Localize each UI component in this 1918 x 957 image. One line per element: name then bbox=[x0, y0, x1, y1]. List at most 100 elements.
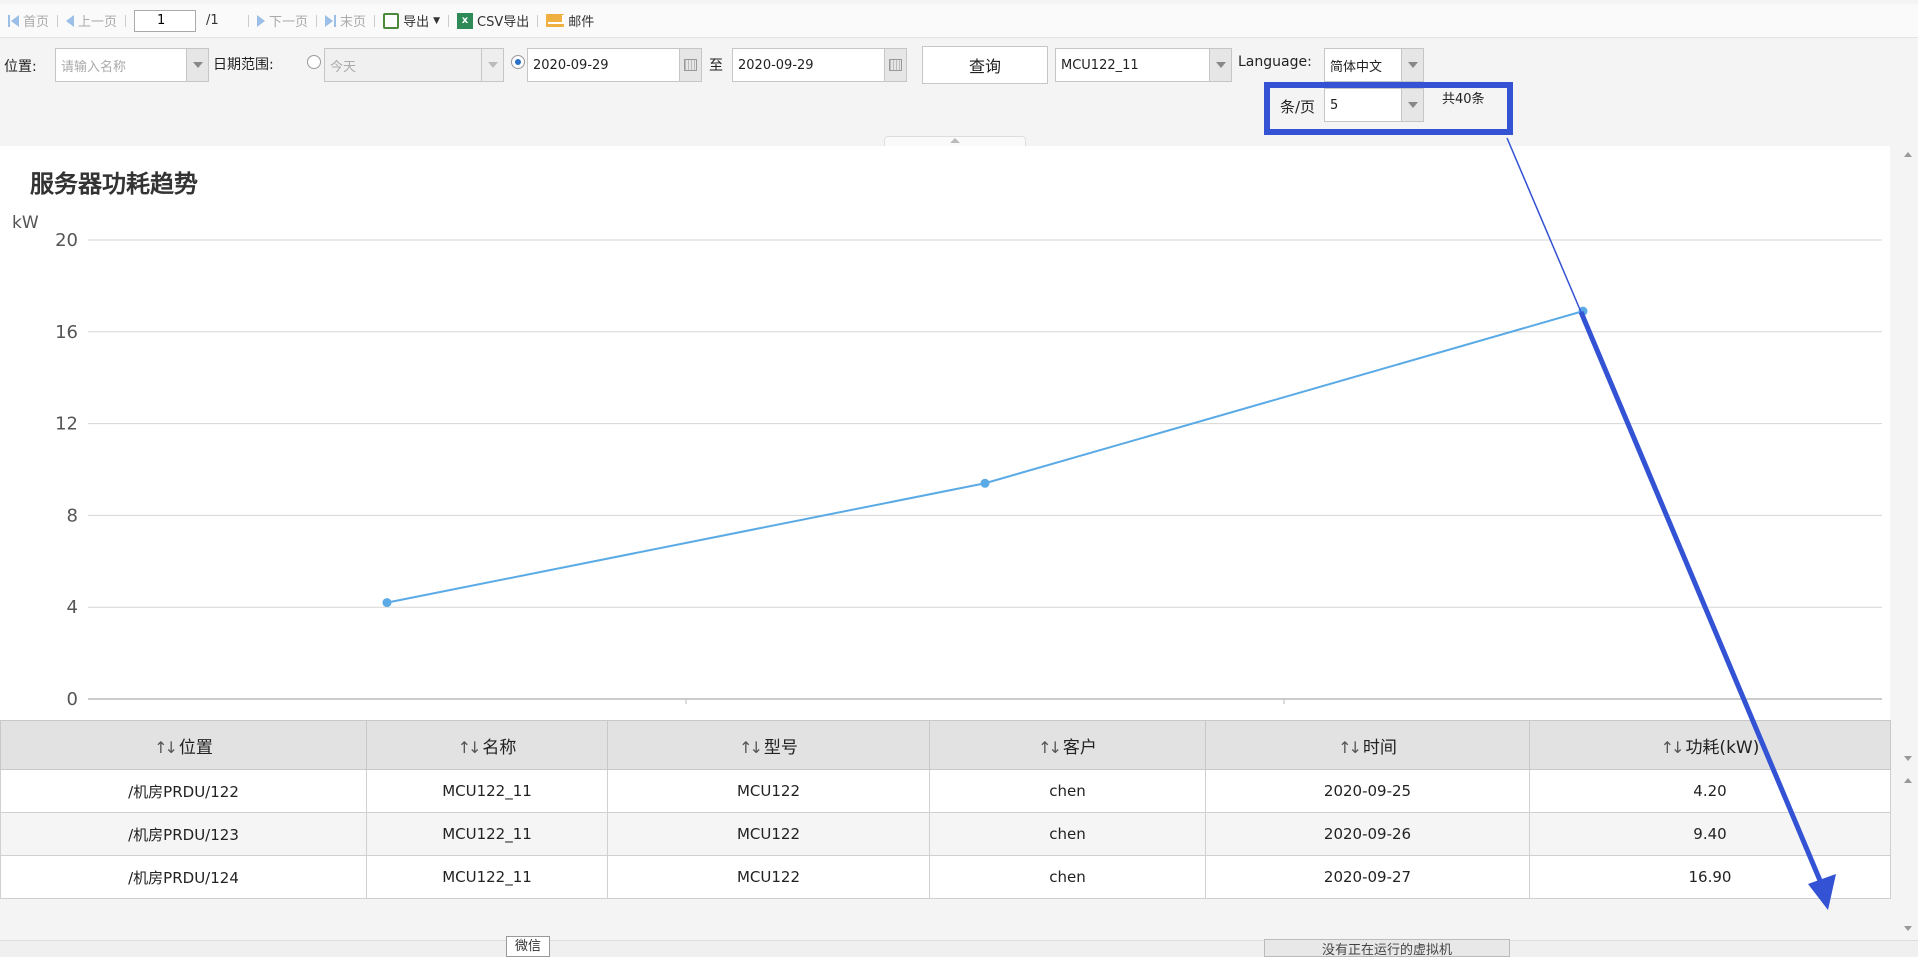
divider bbox=[248, 14, 250, 27]
first-page-button[interactable]: 首页 bbox=[4, 9, 53, 33]
date-to-field[interactable]: 2020-09-29 bbox=[732, 48, 907, 82]
chevron-down-icon[interactable] bbox=[1209, 49, 1231, 81]
sort-icon: ↑↓ bbox=[1338, 737, 1362, 757]
csv-icon: x bbox=[457, 12, 473, 29]
divider bbox=[448, 14, 449, 27]
date-from-field[interactable]: 2020-09-29 bbox=[527, 48, 702, 82]
column-header-model[interactable]: ↑↓ 型号 bbox=[607, 720, 930, 770]
cell-name: MCU122_11 bbox=[366, 855, 608, 899]
scroll-down-icon[interactable] bbox=[1904, 756, 1912, 761]
cell-name: MCU122_11 bbox=[366, 812, 608, 856]
export-menu-button[interactable]: 导出 ▼ bbox=[379, 9, 444, 33]
next-page-button[interactable]: 下一页 bbox=[253, 9, 312, 33]
column-header-name[interactable]: ↑↓ 名称 bbox=[366, 720, 608, 770]
column-header-time[interactable]: ↑↓ 时间 bbox=[1205, 720, 1530, 770]
cell-customer: chen bbox=[929, 769, 1206, 813]
cell-time: 2020-09-27 bbox=[1205, 855, 1530, 899]
chart-title: 服务器功耗趋势 bbox=[30, 170, 198, 198]
chevron-down-icon: ▼ bbox=[433, 15, 440, 26]
y-axis-unit-label: kW bbox=[12, 213, 39, 233]
next-page-icon bbox=[257, 14, 266, 27]
sort-icon: ↑↓ bbox=[1660, 737, 1685, 757]
cell-location: /机房PRDU/122 bbox=[0, 769, 367, 813]
y-tick-label: 0 bbox=[67, 689, 78, 710]
data-point bbox=[1578, 306, 1588, 316]
data-table: ↑↓ 位置 ↑↓ 名称 ↑↓ 型号 ↑↓ 客户 ↑↓ 时间 ↑↓ 功耗(kW) /机房PRD… bbox=[0, 720, 1891, 899]
per-page-label: 条/页 bbox=[1280, 98, 1316, 116]
cell-power: 16.90 bbox=[1529, 855, 1891, 899]
to-label: 至 bbox=[709, 58, 723, 74]
custom-range-radio[interactable] bbox=[511, 55, 525, 69]
divider bbox=[374, 14, 376, 27]
filter-panel: 位置: 请输入名称 日期范围: 今天 2020-09-29 至 2020-09-… bbox=[0, 38, 1918, 146]
divider bbox=[125, 14, 127, 27]
page-total: /1 bbox=[206, 13, 219, 28]
first-page-icon bbox=[8, 14, 10, 27]
divider bbox=[57, 14, 59, 27]
location-select[interactable]: 请输入名称 bbox=[55, 48, 209, 82]
cell-time: 2020-09-25 bbox=[1205, 769, 1530, 813]
data-point bbox=[980, 478, 990, 488]
y-tick-label: 16 bbox=[55, 322, 78, 343]
cell-power: 4.20 bbox=[1529, 769, 1891, 813]
device-select[interactable]: MCU122_11 bbox=[1055, 48, 1232, 82]
cell-time: 2020-09-26 bbox=[1205, 812, 1530, 856]
scroll-down-icon[interactable] bbox=[1904, 926, 1912, 931]
calendar-icon[interactable] bbox=[679, 49, 701, 81]
scroll-up-icon[interactable] bbox=[1904, 152, 1912, 157]
last-page-button[interactable]: 末页 bbox=[321, 9, 370, 33]
column-header-location[interactable]: ↑↓ 位置 bbox=[0, 720, 367, 770]
report-page: 首页 上一页 /1 下一页 末页 导出 ▼ x CSV导出 bbox=[0, 0, 1918, 957]
divider bbox=[316, 14, 318, 27]
power-trend-chart: kW 0 4 8 12 16 20 bbox=[12, 213, 1882, 710]
scroll-up-icon[interactable] bbox=[1904, 778, 1912, 783]
pager-toolbar: 首页 上一页 /1 下一页 末页 导出 ▼ x CSV导出 bbox=[0, 4, 1918, 38]
page-number-input[interactable] bbox=[134, 9, 197, 32]
chart-panel: kW 0 4 8 12 16 20 服务器功耗趋势 bbox=[0, 146, 1890, 720]
today-radio[interactable] bbox=[307, 55, 321, 69]
location-label: 位置: bbox=[4, 59, 37, 75]
cell-model: MCU122 bbox=[607, 812, 930, 856]
series-line bbox=[386, 310, 1584, 604]
wechat-tooltip: 微信 bbox=[506, 936, 550, 957]
chevron-down-icon bbox=[481, 49, 503, 81]
cell-model: MCU122 bbox=[607, 769, 930, 813]
prev-page-button[interactable]: 上一页 bbox=[62, 9, 121, 33]
column-header-power[interactable]: ↑↓ 功耗(kW) bbox=[1529, 720, 1891, 770]
horizontal-scrollbar[interactable] bbox=[0, 940, 1918, 957]
table-row[interactable]: /机房PRDU/123 MCU122_11 MCU122 chen 2020-0… bbox=[0, 812, 1891, 856]
language-select[interactable]: 简体中文 bbox=[1324, 48, 1424, 82]
sort-icon: ↑↓ bbox=[739, 737, 763, 757]
cell-location: /机房PRDU/124 bbox=[0, 855, 367, 899]
y-tick-label: 20 bbox=[55, 230, 78, 251]
vm-status-tooltip: 没有正在运行的虚拟机 bbox=[1264, 939, 1510, 957]
divider bbox=[537, 14, 539, 27]
chevron-down-icon[interactable] bbox=[1401, 89, 1423, 121]
sort-icon: ↑↓ bbox=[154, 737, 178, 757]
column-header-customer[interactable]: ↑↓ 客户 bbox=[929, 720, 1206, 770]
sort-icon: ↑↓ bbox=[457, 737, 482, 757]
cell-location: /机房PRDU/123 bbox=[0, 812, 367, 856]
sort-icon: ↑↓ bbox=[1038, 737, 1062, 757]
last-page-icon bbox=[325, 14, 334, 27]
cell-customer: chen bbox=[929, 855, 1206, 899]
query-button[interactable]: 查询 bbox=[922, 46, 1048, 84]
mail-button[interactable]: 邮件 bbox=[542, 9, 598, 33]
language-label: Language: bbox=[1238, 54, 1312, 70]
date-range-label: 日期范围: bbox=[213, 57, 274, 73]
y-tick-label: 12 bbox=[55, 414, 78, 435]
collapse-toggle[interactable] bbox=[884, 136, 1026, 146]
csv-export-button[interactable]: x CSV导出 bbox=[453, 9, 533, 33]
chevron-down-icon[interactable] bbox=[186, 49, 208, 81]
per-page-select[interactable]: 5 bbox=[1324, 88, 1424, 122]
table-row[interactable]: /机房PRDU/122 MCU122_11 MCU122 chen 2020-0… bbox=[0, 769, 1891, 813]
y-tick-label: 8 bbox=[67, 505, 78, 526]
table-header-row: ↑↓ 位置 ↑↓ 名称 ↑↓ 型号 ↑↓ 客户 ↑↓ 时间 ↑↓ 功耗(kW) bbox=[0, 720, 1891, 770]
y-tick-label: 4 bbox=[67, 597, 78, 618]
calendar-icon[interactable] bbox=[884, 49, 906, 81]
table-row[interactable]: /机房PRDU/124 MCU122_11 MCU122 chen 2020-0… bbox=[0, 855, 1891, 899]
data-point bbox=[382, 598, 392, 608]
cell-customer: chen bbox=[929, 812, 1206, 856]
cell-power: 9.40 bbox=[1529, 812, 1891, 856]
chevron-down-icon[interactable] bbox=[1401, 49, 1423, 81]
